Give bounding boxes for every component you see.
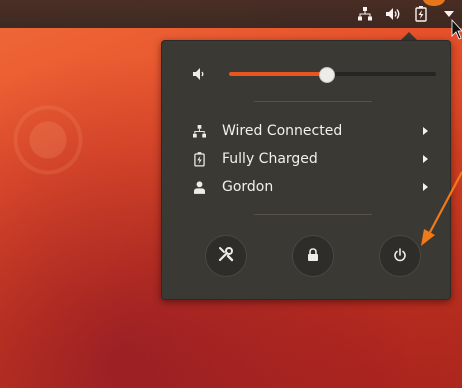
lock-button[interactable] bbox=[292, 235, 334, 277]
volume-slider-knob[interactable] bbox=[319, 67, 336, 83]
menu-item-label: Wired Connected bbox=[222, 123, 343, 139]
menu-item-battery[interactable]: Fully Charged bbox=[192, 148, 442, 170]
battery-icon bbox=[192, 151, 206, 167]
top-bar bbox=[0, 0, 462, 28]
volume-slider-fill bbox=[229, 72, 327, 76]
menu-arrow-icon[interactable] bbox=[440, 5, 458, 23]
lock-icon bbox=[307, 247, 319, 266]
user-icon bbox=[192, 180, 206, 194]
system-menu: Wired Connected Fully Charged Gordon bbox=[161, 40, 451, 300]
chevron-right-icon bbox=[423, 183, 428, 191]
menu-item-label: Gordon bbox=[222, 179, 274, 195]
speaker-low-icon bbox=[192, 66, 208, 85]
separator bbox=[254, 214, 372, 215]
power-button[interactable] bbox=[379, 235, 421, 277]
chevron-right-icon bbox=[423, 155, 428, 163]
battery-icon[interactable] bbox=[412, 5, 430, 23]
chevron-right-icon bbox=[423, 127, 428, 135]
menu-item-label: Fully Charged bbox=[222, 151, 318, 167]
settings-icon bbox=[218, 246, 234, 266]
network-icon[interactable] bbox=[356, 5, 374, 23]
menu-item-network[interactable]: Wired Connected bbox=[192, 120, 442, 142]
separator bbox=[254, 101, 372, 102]
volume-slider[interactable] bbox=[229, 67, 436, 83]
network-icon bbox=[192, 124, 206, 138]
menu-item-user[interactable]: Gordon bbox=[192, 176, 442, 198]
settings-button[interactable] bbox=[205, 235, 247, 277]
status-area[interactable] bbox=[356, 0, 458, 28]
speaker-icon[interactable] bbox=[384, 5, 402, 23]
power-icon bbox=[393, 247, 407, 266]
volume-row bbox=[192, 65, 440, 83]
